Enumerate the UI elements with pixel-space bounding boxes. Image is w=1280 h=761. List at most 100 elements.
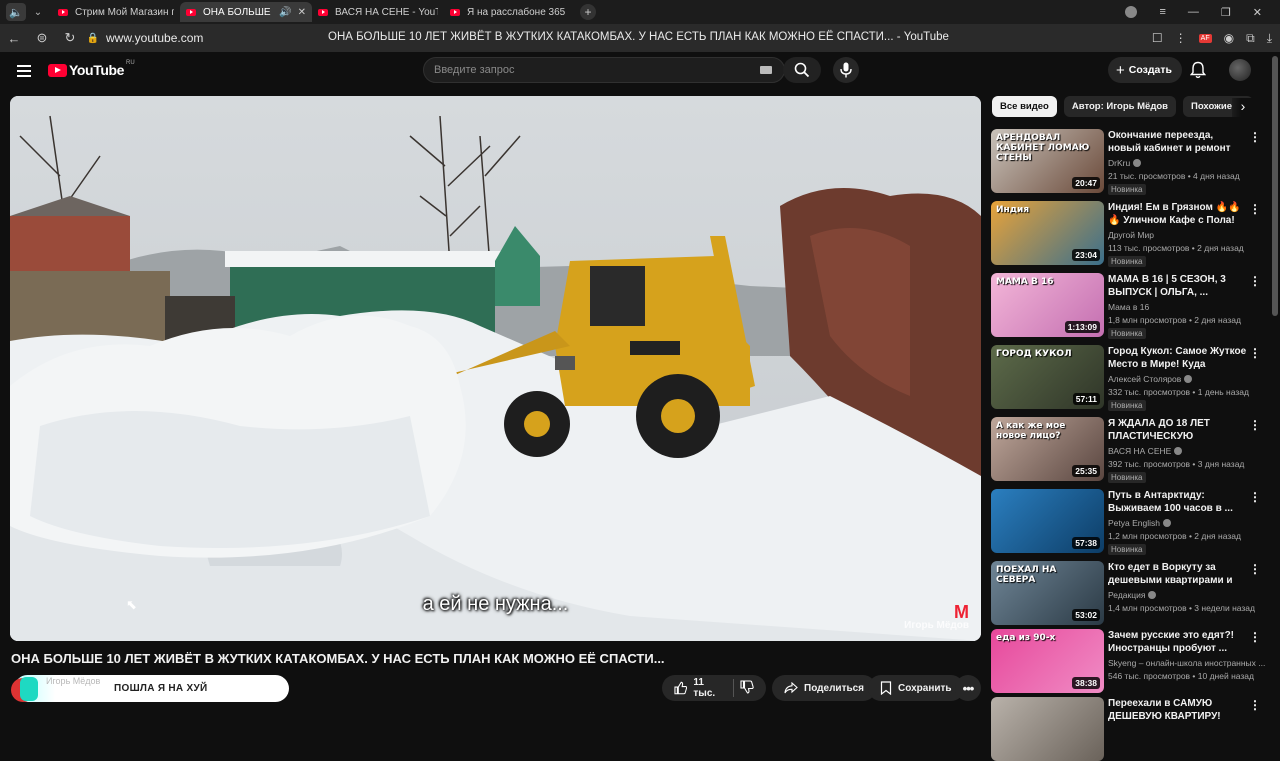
more-vertical-icon[interactable]: ⋮ (1249, 490, 1261, 504)
close-window-icon[interactable]: ✕ (1253, 6, 1262, 19)
channel-name[interactable]: DrKru (1108, 158, 1142, 168)
share-button[interactable]: Поделиться (772, 675, 877, 701)
browser-tab[interactable]: Я на расслабоне 365 дней (444, 2, 574, 22)
like-button[interactable]: 11 тыс. (674, 677, 727, 699)
more-horizontal-icon: ••• (962, 680, 975, 696)
recommended-video[interactable]: ГОРОД КУКОЛ 57:11 Город Кукол: Самое Жутко… (991, 345, 1266, 411)
channel-name[interactable]: Игорь Мёдов (46, 676, 100, 686)
video-meta: 392 тыс. просмотров • 3 дня назад (1108, 459, 1245, 469)
more-vertical-icon[interactable]: ⋮ (1249, 562, 1261, 576)
chip-author[interactable]: Автор: Игорь Мёдов (1063, 96, 1177, 117)
more-actions-button[interactable]: ••• (955, 675, 981, 701)
chip-all[interactable]: Все видео (992, 96, 1057, 117)
keyboard-icon[interactable] (760, 66, 772, 74)
recommended-video[interactable]: АРЕНДОВАЛ КАБИНЕТ ЛОМАЮ СТЕНЫ 20:47 Оконча… (991, 129, 1266, 195)
video-thumbnail[interactable]: ГОРОД КУКОЛ 57:11 (991, 345, 1104, 409)
reload-icon[interactable]: ↻ (56, 30, 84, 46)
dislike-button[interactable] (740, 679, 754, 697)
video-title[interactable]: Окончание переезда, новый кабинет и ремо… (1108, 129, 1248, 155)
notifications-bell-icon[interactable] (1189, 61, 1207, 84)
new-badge: Новинка (1108, 400, 1146, 411)
save-button[interactable]: Сохранить (868, 675, 964, 701)
video-thumbnail[interactable]: МАМА В 16 1:13:09 (991, 273, 1104, 337)
profile-icon[interactable] (1125, 6, 1138, 18)
video-title[interactable]: Переехали в САМУЮ ДЕШЕВУЮ КВАРТИРУ! Мы..… (1108, 697, 1248, 723)
more-icon[interactable]: ⋮ (1175, 31, 1187, 45)
url-field[interactable]: www.youtube.com (106, 31, 336, 45)
video-thumbnail[interactable]: А как же мое новое лицо? 25:35 (991, 417, 1104, 481)
minimize-icon[interactable]: — (1188, 6, 1199, 18)
video-thumbnail[interactable]: ПОЕХАЛ НА СЕВЕРА 53:02 (991, 561, 1104, 625)
video-thumbnail[interactable] (991, 697, 1104, 761)
channel-name[interactable]: Алексей Столяров (1108, 374, 1193, 384)
account-avatar[interactable] (1229, 59, 1251, 81)
voice-search-button[interactable] (833, 57, 859, 83)
video-duration: 57:11 (1072, 393, 1100, 405)
youtube-logo[interactable]: YouTube RU (48, 60, 135, 78)
channel-name[interactable]: Редакция (1108, 590, 1157, 600)
back-icon[interactable]: ← (0, 31, 28, 46)
browser-tab-active[interactable]: ОНА БОЛЬШЕ 10 ЛЕТ 🔊 ✕ (180, 2, 312, 22)
search-input[interactable] (424, 58, 744, 82)
address-bar-tools: ☐ ⋮ AF ◉ ⧉ ⤓ (1152, 24, 1272, 52)
close-tab-icon[interactable]: ✕ (298, 7, 306, 18)
shield-icon[interactable]: ⊜ (28, 30, 56, 46)
menu-icon[interactable]: ≡ (1159, 6, 1165, 18)
recommended-video[interactable]: Индия 23:04 Индия! Ем в Грязном 🔥🔥🔥 Улично… (991, 201, 1266, 267)
media-icon[interactable]: ◉ (1224, 31, 1234, 45)
thumbs-down-icon (740, 679, 754, 694)
create-button[interactable]: + Создать (1108, 57, 1182, 83)
more-vertical-icon[interactable]: ⋮ (1249, 202, 1261, 216)
verified-check-icon (1133, 159, 1142, 167)
video-thumbnail[interactable]: АРЕНДОВАЛ КАБИНЕТ ЛОМАЮ СТЕНЫ 20:47 (991, 129, 1104, 193)
video-title[interactable]: Путь в Антарктиду: Выживаем 100 часов в … (1108, 489, 1248, 515)
video-thumbnail[interactable]: 57:38 (991, 489, 1104, 553)
scrollbar[interactable] (1272, 56, 1278, 316)
extension-icon[interactable]: AF (1198, 33, 1212, 43)
channel-name[interactable]: Petya English (1108, 518, 1171, 528)
browser-tab[interactable]: ВАСЯ НА СЕНЕ - YouTube (312, 2, 444, 22)
new-tab-button[interactable]: + (580, 4, 596, 20)
overlay-message: ПОШЛА Я НА ХУЙ (114, 683, 208, 694)
more-vertical-icon[interactable]: ⋮ (1249, 130, 1261, 144)
extensions-icon[interactable]: ⧉ (1246, 31, 1255, 46)
search-button[interactable] (783, 57, 821, 83)
video-player[interactable]: а ей не нужна... M Игорь Мёдов ⬉ (10, 96, 981, 641)
channel-name[interactable]: Мама в 16 (1108, 302, 1149, 312)
youtube-header: YouTube RU + Создать (0, 52, 1280, 92)
more-vertical-icon[interactable]: ⋮ (1249, 630, 1261, 644)
speaker-icon[interactable]: 🔈 (6, 3, 26, 21)
channel-name[interactable]: Skyeng – онлайн-школа иностранных ... (1108, 658, 1265, 668)
chevron-right-icon[interactable]: › (1232, 98, 1254, 118)
video-meta: 1,2 млн просмотров • 2 дня назад (1108, 531, 1241, 541)
recommended-video[interactable]: ПОЕХАЛ НА СЕВЕРА 53:02 Кто едет в Воркуту … (991, 561, 1266, 625)
hamburger-menu-icon[interactable] (17, 65, 31, 77)
video-title[interactable]: Кто едет в Воркуту за дешевыми квартирам… (1108, 561, 1248, 587)
video-thumbnail[interactable]: еда из 90-х 38:38 (991, 629, 1104, 693)
speaker-icon[interactable]: 🔊 (279, 7, 291, 18)
video-thumbnail[interactable]: Индия 23:04 (991, 201, 1104, 265)
download-icon[interactable]: ⤓ (1267, 31, 1272, 46)
more-vertical-icon[interactable]: ⋮ (1249, 346, 1261, 360)
bookmark-icon[interactable]: ☐ (1152, 31, 1163, 45)
recommended-video[interactable]: МАМА В 16 1:13:09 МАМА В 16 | 5 СЕЗОН, 3 В… (991, 273, 1266, 339)
more-vertical-icon[interactable]: ⋮ (1249, 698, 1261, 712)
video-title[interactable]: Зачем русские это едят?! Иностранцы проб… (1108, 629, 1248, 655)
lock-icon[interactable]: 🔒 (84, 33, 102, 44)
video-title[interactable]: Я ЖДАЛА ДО 18 ЛЕТ ПЛАСТИЧЕСКУЮ ОПЕРАЦИ..… (1108, 417, 1248, 443)
recommended-video[interactable]: Переехали в САМУЮ ДЕШЕВУЮ КВАРТИРУ! Мы..… (991, 697, 1266, 761)
video-title[interactable]: Индия! Ем в Грязном 🔥🔥🔥 Уличном Кафе с П… (1108, 201, 1248, 227)
video-title[interactable]: МАМА В 16 | 5 СЕЗОН, 3 ВЫПУСК | ОЛЬГА, .… (1108, 273, 1248, 299)
recommended-video[interactable]: еда из 90-х 38:38 Зачем русские это едят?!… (991, 629, 1266, 693)
thumbnail-caption: А как же мое новое лицо? (996, 421, 1066, 441)
browser-tab[interactable]: Стрим Мой Магазин прод (52, 2, 180, 22)
restore-icon[interactable]: ❐ (1221, 6, 1231, 19)
video-title[interactable]: Город Кукол: Самое Жуткое Место в Мире! … (1108, 345, 1248, 371)
channel-name[interactable]: ВАСЯ НА СЕНЕ (1108, 446, 1183, 456)
more-vertical-icon[interactable]: ⋮ (1249, 418, 1261, 432)
recommended-video[interactable]: 57:38 Путь в Антарктиду: Выживаем 100 час… (991, 489, 1266, 555)
channel-name[interactable]: Другой Мир (1108, 230, 1154, 240)
chevron-down-icon[interactable]: ⌄ (30, 3, 46, 21)
more-vertical-icon[interactable]: ⋮ (1249, 274, 1261, 288)
recommended-video[interactable]: А как же мое новое лицо? 25:35 Я ЖДАЛА ДО … (991, 417, 1266, 483)
